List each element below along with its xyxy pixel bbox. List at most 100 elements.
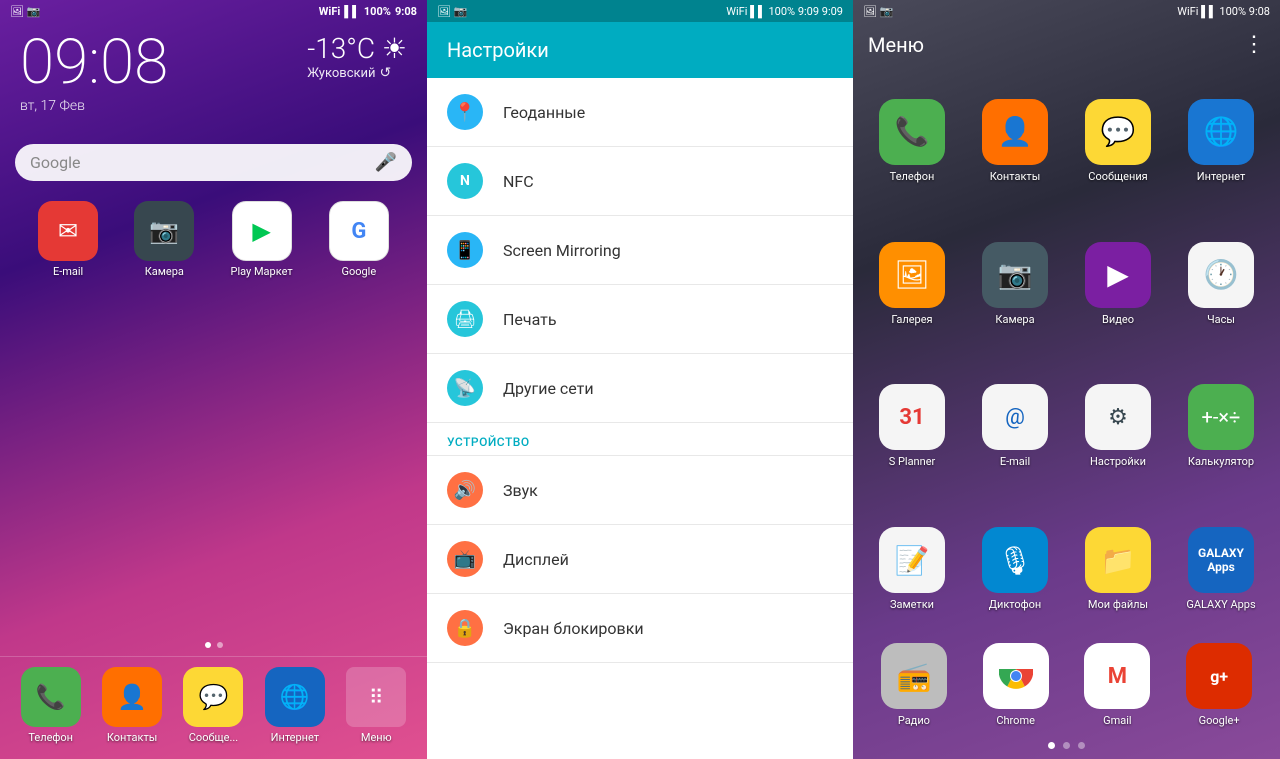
home-time-date: 09:08 вт, 17 Фев	[20, 32, 168, 114]
dock-internet[interactable]: 🌐 Интернет	[265, 667, 325, 744]
drawer-app-googleplus[interactable]: g+ Google+	[1168, 643, 1270, 727]
home-camera-label: Камера	[145, 265, 184, 278]
settings-item-mirroring[interactable]: 📱 Screen Mirroring	[427, 216, 853, 285]
drawer-app-contacts[interactable]: 👤 Контакты	[966, 72, 1064, 210]
home-app-camera[interactable]: 📷 Камера	[134, 201, 194, 278]
drawer-myfiles-label: Мои файлы	[1088, 598, 1148, 611]
settings-item-print[interactable]: 🖨 Печать	[427, 285, 853, 354]
home-email-icon: ✉	[38, 201, 98, 261]
drawer-settings-icon: ⚙	[1085, 384, 1151, 450]
drawer-app-clock[interactable]: 🕐 Часы	[1172, 215, 1270, 353]
home-status-bar: 🖼 📷 WiFi ▌▌ 100% 9:08	[0, 0, 427, 22]
settings-status-right: WiFi ▌▌ 100% 9:09 9:09	[726, 5, 843, 18]
settings-geodata-icon: 📍	[447, 94, 483, 130]
settings-wifi-icon: WiFi ▌▌	[726, 5, 766, 18]
dock-menu[interactable]: ⠿ Меню	[346, 667, 406, 744]
drawer-app-video[interactable]: ▶ Видео	[1069, 215, 1167, 353]
drawer-app-recorder[interactable]: 🎙 Диктофон	[966, 500, 1064, 638]
drawer-app-notes[interactable]: 📝 Заметки	[863, 500, 961, 638]
drawer-dot-1	[1048, 742, 1055, 749]
settings-time-val: 9:09	[822, 5, 843, 18]
drawer-calc-icon: +-×÷	[1188, 384, 1254, 450]
home-app-email[interactable]: ✉ E-mail	[38, 201, 98, 278]
drawer-clock-label: Часы	[1207, 313, 1235, 326]
settings-nfc-label: NFC	[503, 172, 534, 191]
drawer-app-gmail[interactable]: M Gmail	[1067, 643, 1169, 727]
dock-sms-icon: 💬	[183, 667, 243, 727]
settings-mirroring-icon: 📱	[447, 232, 483, 268]
drawer-app-sms[interactable]: 💬 Сообщения	[1069, 72, 1167, 210]
dock-internet-label: Интернет	[271, 731, 319, 744]
home-page-dots	[0, 634, 427, 656]
home-signal-icon: ▌▌	[344, 5, 360, 18]
drawer-gmail-label: Gmail	[1103, 714, 1131, 727]
google-search-bar[interactable]: Google 🎤	[15, 144, 412, 181]
drawer-gallery-icon: 🖼	[879, 242, 945, 308]
drawer-myfiles-icon: 📁	[1085, 527, 1151, 593]
settings-sound-icon: 🔊	[447, 472, 483, 508]
home-clock: 09:08	[20, 32, 168, 94]
settings-time: 9:09	[798, 5, 819, 18]
home-app-playstore[interactable]: ▶ Play Маркет	[231, 201, 293, 278]
drawer-app-camera[interactable]: 📷 Камера	[966, 215, 1064, 353]
home-weather: -13°C ☀ Жуковский ↺	[307, 32, 407, 81]
drawer-settings-label: Настройки	[1090, 455, 1146, 468]
settings-item-geodata[interactable]: 📍 Геоданные	[427, 78, 853, 147]
settings-item-networks[interactable]: 📡 Другие сети	[427, 354, 853, 423]
dock-sms-label: Сообще...	[189, 731, 238, 744]
drawer-app-splanner[interactable]: 31 S Planner	[863, 358, 961, 496]
dock-menu-icon: ⠿	[346, 667, 406, 727]
drawer-app-chrome[interactable]: Chrome	[965, 643, 1067, 727]
settings-item-display[interactable]: 📺 Дисплей	[427, 525, 853, 594]
drawer-googleplus-label: Google+	[1199, 714, 1240, 727]
google-search-label: Google	[30, 153, 375, 172]
drawer-status-right: WiFi ▌▌ 100% 9:08	[1177, 5, 1270, 18]
drawer-header: Меню ⋮	[853, 22, 1280, 67]
settings-display-label: Дисплей	[503, 550, 569, 569]
dock-internet-icon: 🌐	[265, 667, 325, 727]
home-temperature: -13°C ☀	[307, 32, 407, 65]
home-refresh-icon[interactable]: ↺	[380, 65, 392, 81]
settings-item-lockscreen[interactable]: 🔒 Экран блокировки	[427, 594, 853, 663]
drawer-app-gallery[interactable]: 🖼 Галерея	[863, 215, 961, 353]
drawer-grid: 📞 Телефон 👤 Контакты 💬 Сообщения 🌐 Интер…	[853, 67, 1280, 643]
drawer-page-dots	[853, 732, 1280, 759]
home-app-area: ✉ E-mail 📷 Камера ▶ Play Маркет G	[0, 191, 427, 634]
mic-icon[interactable]: 🎤	[375, 152, 397, 173]
drawer-googleplus-icon: g+	[1186, 643, 1252, 709]
drawer-app-phone[interactable]: 📞 Телефон	[863, 72, 961, 210]
home-google-icon: G	[329, 201, 389, 261]
settings-sound-label: Звук	[503, 481, 538, 500]
drawer-app-myfiles[interactable]: 📁 Мои файлы	[1069, 500, 1167, 638]
drawer-camera-icon: 📷	[982, 242, 1048, 308]
dock-phone-label: Телефон	[28, 731, 73, 744]
dock-sms[interactable]: 💬 Сообще...	[183, 667, 243, 744]
drawer-app-calc[interactable]: +-×÷ Калькулятор	[1172, 358, 1270, 496]
drawer-dot-3	[1078, 742, 1085, 749]
settings-print-label: Печать	[503, 310, 557, 329]
drawer-overflow-icon[interactable]: ⋮	[1243, 32, 1265, 57]
settings-item-nfc[interactable]: N NFC	[427, 147, 853, 216]
drawer-gallery-label: Галерея	[891, 313, 932, 326]
drawer-app-internet[interactable]: 🌐 Интернет	[1172, 72, 1270, 210]
home-screen: 🖼 📷 WiFi ▌▌ 100% 9:08 09:08 вт, 17 Фев -…	[0, 0, 427, 759]
settings-item-sound[interactable]: 🔊 Звук	[427, 456, 853, 525]
drawer-email-icon: @	[982, 384, 1048, 450]
drawer-video-label: Видео	[1102, 313, 1134, 326]
drawer-app-email[interactable]: @ E-mail	[966, 358, 1064, 496]
settings-lockscreen-icon: 🔒	[447, 610, 483, 646]
drawer-app-radio[interactable]: 📻 Радио	[863, 643, 965, 727]
home-app-google[interactable]: G Google	[329, 201, 389, 278]
home-wifi-icon: WiFi	[319, 5, 340, 18]
drawer-notes-label: Заметки	[890, 598, 934, 611]
drawer-calc-label: Калькулятор	[1188, 455, 1254, 468]
drawer-chrome-icon	[983, 643, 1049, 709]
drawer-galaxyapps-label: GALAXY Apps	[1186, 598, 1255, 611]
drawer-galaxyapps-icon: GALAXYApps	[1188, 527, 1254, 593]
dock-phone[interactable]: 📞 Телефон	[21, 667, 81, 744]
home-email-label: E-mail	[53, 265, 83, 278]
dock-contacts[interactable]: 👤 Контакты	[102, 667, 162, 744]
drawer-app-settings[interactable]: ⚙ Настройки	[1069, 358, 1167, 496]
drawer-app-galaxyapps[interactable]: GALAXYApps GALAXY Apps	[1172, 500, 1270, 638]
home-time-status: 9:08	[395, 5, 417, 18]
